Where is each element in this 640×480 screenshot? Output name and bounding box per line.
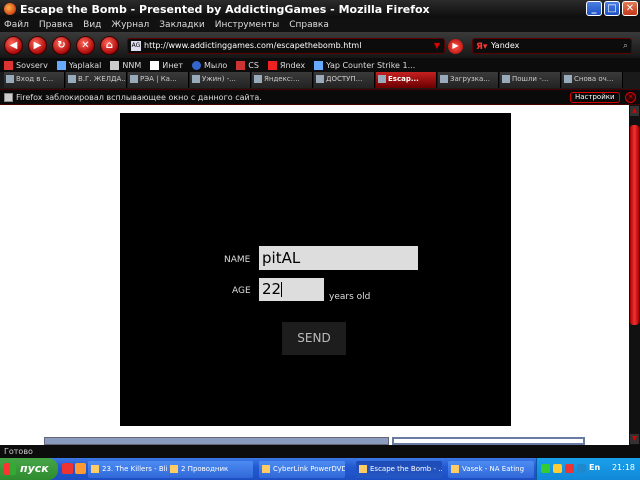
taskbar-item[interactable]: CyberLink PowerDVD [259, 461, 345, 478]
browser-tab[interactable]: Яндекс:... [252, 72, 313, 88]
bookmark-icon [267, 60, 277, 70]
title-bar: Escape the Bomb - Presented by Addicting… [0, 0, 640, 18]
menu-bar: Файл Правка Вид Журнал Закладки Инструме… [0, 18, 640, 32]
back-icon[interactable]: ◀ [4, 36, 23, 55]
page-banner [44, 437, 389, 445]
menu-bookmarks[interactable]: Закладки [159, 20, 205, 30]
age-suffix-label: years old [329, 292, 371, 302]
start-button[interactable]: пуск [0, 458, 58, 480]
search-engine-label: Yandex [491, 41, 520, 50]
url-bar[interactable]: AG http://www.addictinggames.com/escapet… [127, 38, 445, 54]
bookmark-icon [314, 60, 324, 70]
browser-tab[interactable]: Снова оч... [562, 72, 623, 88]
settings-button[interactable]: Настройки [570, 92, 620, 103]
menu-tools[interactable]: Инструменты [215, 20, 279, 30]
text-caret [281, 282, 283, 297]
taskbar-item[interactable]: 2 Проводник [167, 461, 253, 478]
chevron-down-icon[interactable]: ▼ [434, 39, 440, 53]
status-bar: Готово [0, 445, 640, 458]
name-label: NAME [224, 255, 251, 265]
popup-blocked-icon [4, 93, 13, 102]
taskbar-item[interactable]: 23. The Killers - Blin... [88, 461, 174, 478]
site-favicon-icon: AG [131, 41, 141, 51]
bookmarks-toolbar: Sovserv Yaplakal NNM Инет Мыло CS Яndex … [0, 58, 640, 72]
scroll-up-icon[interactable]: ▲ [630, 106, 639, 116]
window-controls: _ □ ✕ [586, 1, 638, 16]
navigation-toolbar: ◀ ▶ ↻ ✕ ⌂ AG http://www.addictinggames.c… [0, 32, 640, 58]
browser-tab[interactable]: ДОСТУП... [314, 72, 375, 88]
browser-tab[interactable]: В.Г. ЖЕЛДА... [66, 72, 127, 88]
bookmark-icon [192, 60, 202, 70]
bookmark-icon [110, 60, 120, 70]
tray-network-icon[interactable] [541, 464, 550, 473]
taskbar: пуск 23. The Killers - Blin... 2 Проводн… [0, 458, 640, 480]
menu-file[interactable]: Файл [4, 20, 29, 30]
game-frame: NAME pitAL AGE 22 years old SEND [120, 113, 511, 426]
bookmark-icon [4, 60, 13, 70]
minimize-button[interactable]: _ [586, 1, 602, 16]
bookmark-item[interactable]: Яndex [267, 60, 305, 70]
reload-icon[interactable]: ↻ [52, 36, 71, 55]
status-text: Готово [4, 447, 33, 456]
bookmark-item[interactable]: Yaplakal [56, 60, 101, 70]
page-panel [392, 437, 585, 445]
bookmark-item[interactable]: Yap Counter Strike 1... [314, 60, 415, 70]
scroll-down-icon[interactable]: ▼ [630, 434, 639, 444]
taskbar-item[interactable]: Vasek - NA Eating [448, 461, 534, 478]
bookmark-item[interactable]: Инет [150, 60, 183, 70]
tray-antivirus-icon[interactable] [565, 464, 574, 473]
browser-tab[interactable]: Пошли -... [500, 72, 561, 88]
home-icon[interactable]: ⌂ [100, 36, 119, 55]
close-button[interactable]: ✕ [622, 1, 638, 16]
yandex-icon[interactable]: Я▾ [476, 40, 487, 54]
firefox-icon [4, 3, 16, 15]
quicklaunch-opera-icon[interactable] [62, 463, 73, 474]
tray-volume-icon[interactable] [553, 464, 562, 473]
scroll-thumb[interactable] [630, 125, 639, 325]
browser-tab[interactable]: РЭА | Ка... [128, 72, 189, 88]
search-bar[interactable]: Я▾ Yandex ⌕ [472, 38, 632, 54]
popup-blocked-text: Firefox заблокировал всплывающее окно с … [16, 93, 262, 102]
bookmark-item[interactable]: Sovserv [4, 60, 48, 70]
popup-blocked-bar: Firefox заблокировал всплывающее окно с … [0, 89, 640, 105]
tray-language-label[interactable]: En [589, 463, 600, 472]
menu-edit[interactable]: Правка [39, 20, 73, 30]
menu-view[interactable]: Вид [83, 20, 101, 30]
close-icon[interactable]: ✕ [625, 92, 636, 103]
go-icon[interactable]: ▶ [448, 39, 463, 54]
window-title: Escape the Bomb - Presented by Addicting… [20, 2, 430, 16]
bookmark-icon [56, 60, 66, 70]
bookmark-item[interactable]: Мыло [192, 60, 227, 70]
browser-tab-active[interactable]: Escap... [376, 72, 437, 88]
menu-history[interactable]: Журнал [111, 20, 149, 30]
bookmark-item[interactable]: NNM [110, 60, 141, 70]
browser-tab[interactable]: Ужин) -... [190, 72, 251, 88]
page-content: NAME pitAL AGE 22 years old SEND [0, 105, 629, 445]
url-text: http://www.addictinggames.com/escapetheb… [144, 41, 362, 50]
bookmark-item[interactable]: CS [236, 60, 259, 70]
send-button[interactable]: SEND [282, 322, 346, 355]
vertical-scrollbar[interactable]: ▲ ▼ [629, 105, 640, 445]
browser-tab[interactable]: Вход в с... [4, 72, 65, 88]
search-icon[interactable]: ⌕ [623, 39, 628, 53]
bookmark-icon [150, 60, 160, 70]
forward-icon[interactable]: ▶ [28, 36, 47, 55]
clock: 21:18 [611, 463, 635, 472]
age-label: AGE [232, 286, 251, 296]
browser-tab[interactable]: Загрузка... [438, 72, 499, 88]
stop-icon[interactable]: ✕ [76, 36, 95, 55]
age-input[interactable]: 22 [259, 278, 324, 301]
quicklaunch-firefox-icon[interactable] [75, 463, 86, 474]
menu-help[interactable]: Справка [289, 20, 329, 30]
bookmark-icon [236, 60, 246, 70]
system-tray: En 21:18 [536, 458, 640, 480]
name-input[interactable]: pitAL [259, 246, 418, 270]
maximize-button[interactable]: □ [604, 1, 620, 16]
windows-logo-icon [4, 463, 16, 475]
taskbar-item-active[interactable]: Escape the Bomb - ... [356, 461, 442, 478]
tray-language-icon[interactable] [577, 464, 586, 473]
tab-strip: Вход в с... В.Г. ЖЕЛДА... РЭА | Ка... Уж… [0, 72, 640, 89]
